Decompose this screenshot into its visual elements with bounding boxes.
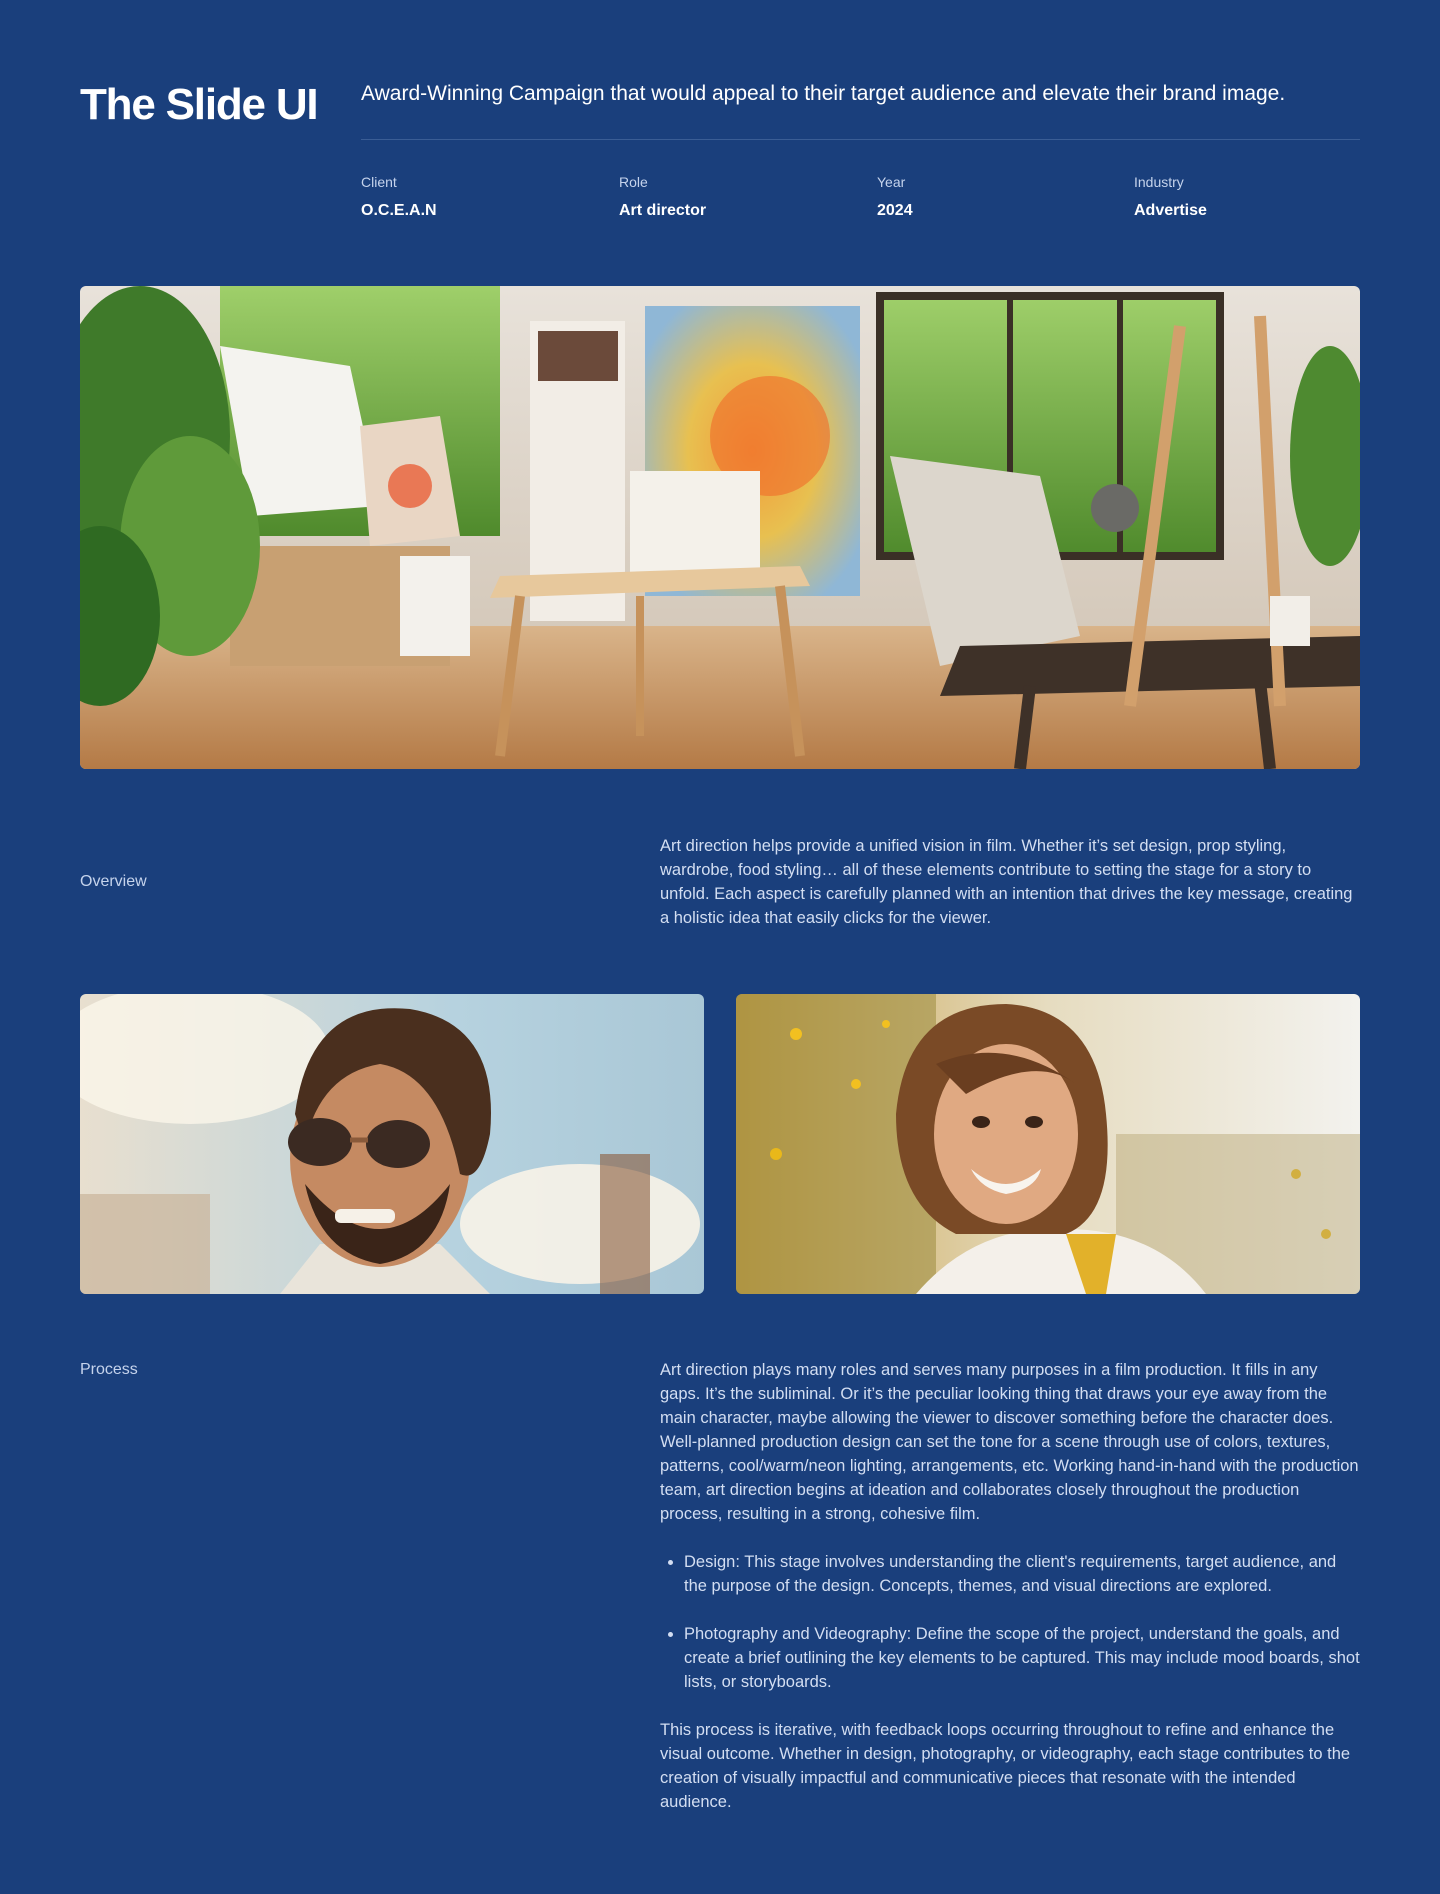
- meta-value: Art director: [619, 202, 707, 219]
- smiling-man-image: [80, 994, 704, 1294]
- process-outro: This process is iterative, with feedback…: [660, 1721, 1351, 1811]
- meta-value: 2024: [877, 202, 913, 219]
- process-step-photography: Photography and Videography: Define the …: [684, 1622, 1362, 1694]
- meta-role: Role Art director: [619, 172, 859, 222]
- hero-studio-image: [80, 286, 1360, 769]
- overview-text: Art direction helps provide a unified vi…: [660, 834, 1362, 930]
- process-steps: Design: This stage involves understandin…: [660, 1550, 1362, 1694]
- process-text: Art direction plays many roles and serve…: [660, 1358, 1362, 1814]
- meta-value: O.C.E.A.N: [361, 202, 437, 219]
- page-title: The Slide UI: [80, 80, 319, 129]
- meta-value: Advertise: [1134, 202, 1207, 219]
- meta-client: Client O.C.E.A.N: [361, 172, 601, 222]
- meta-label: Industry: [1134, 174, 1184, 190]
- process-intro: Art direction plays many roles and serve…: [660, 1361, 1359, 1523]
- smiling-woman-image: [736, 994, 1360, 1294]
- meta-year: Year 2024: [877, 172, 1117, 222]
- meta-label: Client: [361, 174, 397, 190]
- process-step-design: Design: This stage involves understandin…: [684, 1550, 1362, 1598]
- meta-label: Year: [877, 174, 906, 190]
- project-tagline: Award-Winning Campaign that would appeal…: [361, 82, 1286, 105]
- overview-paragraph: Art direction helps provide a unified vi…: [660, 837, 1353, 927]
- overview-label: Overview: [80, 873, 147, 890]
- meta-label: Role: [619, 174, 648, 190]
- header-divider: [361, 139, 1360, 140]
- meta-industry: Industry Advertise: [1134, 172, 1374, 222]
- process-label: Process: [80, 1361, 138, 1378]
